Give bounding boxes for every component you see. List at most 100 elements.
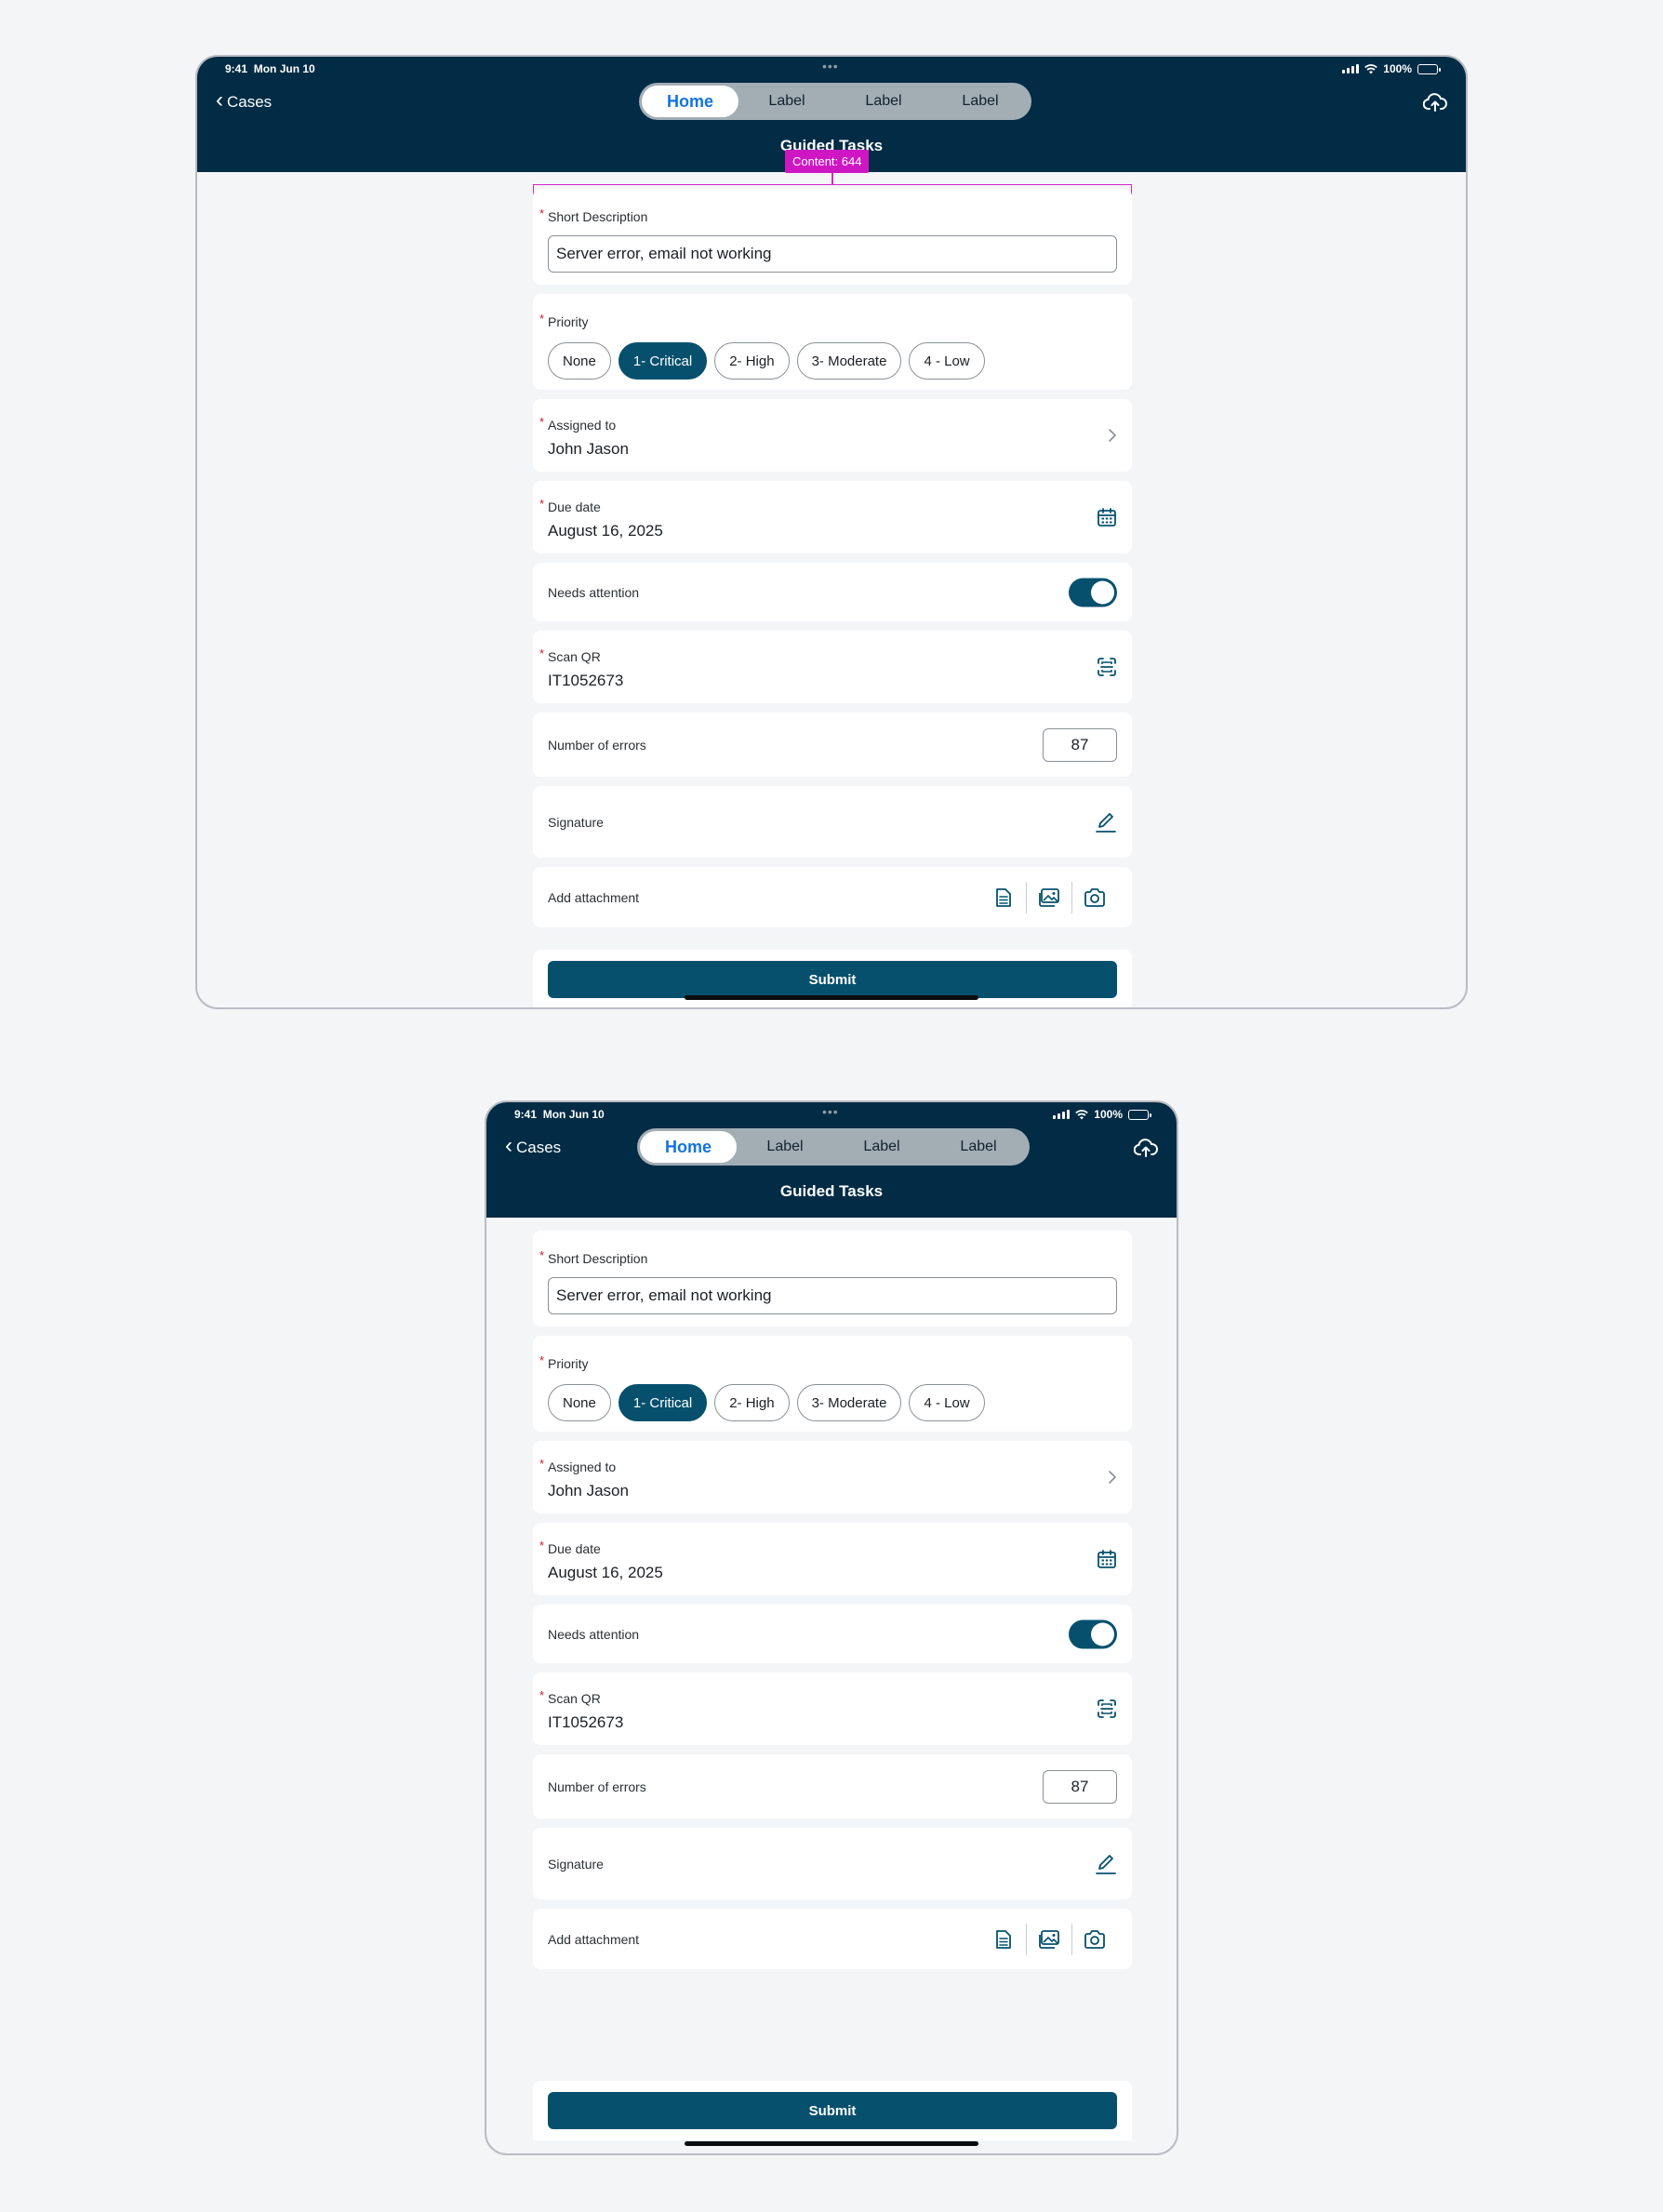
submit-button[interactable]: Submit: [548, 961, 1117, 998]
signature-label: Signature: [548, 814, 604, 830]
short-description-label-wrap: * Short Description: [539, 207, 1117, 224]
add-attachment-label: Add attachment: [548, 889, 640, 905]
wifi-icon: [1075, 1109, 1089, 1119]
required-asterisk: *: [539, 1353, 545, 1367]
back-button[interactable]: ‹ Cases: [505, 1135, 562, 1157]
wifi-icon: [1364, 63, 1378, 73]
status-bar-right: 100%: [1342, 62, 1441, 75]
number-of-errors-input[interactable]: 87: [1043, 1769, 1117, 1804]
number-of-errors-label: Number of errors: [548, 1779, 646, 1794]
calendar-icon[interactable]: [1097, 507, 1117, 527]
home-indicator[interactable]: [685, 995, 978, 1000]
priority-chip-low[interactable]: 4 - Low: [909, 1384, 985, 1421]
qr-scan-icon[interactable]: [1097, 1699, 1117, 1719]
attach-document-button[interactable]: [981, 1929, 1026, 1950]
priority-chip-none[interactable]: None: [548, 1384, 611, 1421]
assigned-to-value: John Jason: [548, 1482, 629, 1499]
calendar-icon[interactable]: [1097, 1549, 1117, 1569]
back-label: Cases: [227, 92, 273, 111]
short-description-input[interactable]: Server error, email not working: [548, 1277, 1117, 1314]
required-asterisk: *: [539, 497, 545, 511]
cloud-upload-icon[interactable]: [1134, 1138, 1158, 1158]
due-date-value: August 16, 2025: [548, 1564, 663, 1581]
back-button[interactable]: ‹ Cases: [216, 89, 273, 112]
priority-chip-moderate[interactable]: 3- Moderate: [796, 1384, 902, 1421]
image-icon: [1039, 887, 1059, 907]
priority-chip-low[interactable]: 4 - Low: [909, 342, 985, 380]
number-of-errors-row: Number of errors 87: [533, 1754, 1132, 1819]
short-description-label-wrap: * Short Description: [539, 1248, 1117, 1266]
tab-home[interactable]: Home: [642, 86, 738, 117]
status-bar-time: 9:41 Mon Jun 10: [225, 62, 315, 75]
cellular-signal-icon: [1342, 64, 1360, 73]
attach-image-button[interactable]: [1027, 887, 1071, 908]
image-icon: [1039, 1929, 1059, 1949]
cloud-upload-icon[interactable]: [1423, 92, 1447, 113]
due-date-row[interactable]: * Due date August 16, 2025: [533, 481, 1132, 553]
due-date-label-wrap: * Due date: [539, 497, 1117, 514]
tab-home[interactable]: Home: [640, 1131, 737, 1163]
priority-chip-high[interactable]: 2- High: [714, 342, 790, 380]
pencil-icon[interactable]: [1095, 1853, 1117, 1875]
priority-chip-critical[interactable]: 1- Critical: [618, 1384, 708, 1421]
toggle-knob: [1091, 580, 1114, 604]
pencil-icon[interactable]: [1095, 811, 1117, 833]
priority-card: * Priority None 1- Critical 2- High 3- Mo…: [533, 294, 1132, 390]
submit-bar: Submit: [533, 950, 1132, 1007]
status-bar-time: 9:41 Mon Jun 10: [514, 1108, 605, 1121]
toggle-knob: [1091, 1622, 1114, 1646]
scan-qr-row[interactable]: * Scan QR IT1052673: [533, 1672, 1132, 1745]
tab-label-3[interactable]: Label: [932, 86, 1029, 117]
needs-attention-toggle[interactable]: [1069, 578, 1117, 606]
submit-button[interactable]: Submit: [548, 2092, 1117, 2129]
priority-chip-none[interactable]: None: [548, 342, 611, 380]
required-asterisk: *: [539, 207, 545, 220]
signature-row[interactable]: Signature: [533, 786, 1132, 858]
tab-label-2[interactable]: Label: [833, 1131, 930, 1163]
qr-scan-icon[interactable]: [1097, 657, 1117, 677]
assigned-to-label-wrap: * Assigned to: [539, 415, 1117, 433]
form-content: * Short Description Server error, email n…: [533, 1231, 1132, 2140]
attach-image-button[interactable]: [1027, 1929, 1071, 1950]
tab-label-1[interactable]: Label: [738, 86, 835, 117]
battery-percent: 100%: [1094, 1108, 1123, 1121]
tab-label-3[interactable]: Label: [930, 1131, 1027, 1163]
short-description-input[interactable]: Server error, email not working: [548, 235, 1117, 273]
assigned-to-value: John Jason: [548, 440, 629, 458]
attach-camera-button[interactable]: [1072, 1929, 1117, 1949]
tab-label-1[interactable]: Label: [737, 1131, 833, 1163]
priority-chip-high[interactable]: 2- High: [714, 1384, 790, 1421]
due-date-row[interactable]: * Due date August 16, 2025: [533, 1523, 1132, 1595]
segmented-control: Home Label Label Label: [637, 1128, 1030, 1166]
priority-chips: None 1- Critical 2- High 3- Moderate 4 -…: [548, 342, 1117, 380]
number-of-errors-row: Number of errors 87: [533, 713, 1132, 777]
nav-header: 9:41 Mon Jun 10 ••• 100% ‹ Cases Home La…: [486, 1102, 1177, 1218]
tab-label-2[interactable]: Label: [835, 86, 932, 117]
needs-attention-toggle[interactable]: [1069, 1619, 1117, 1648]
required-asterisk: *: [539, 312, 545, 326]
needs-attention-row: Needs attention: [533, 563, 1132, 621]
scan-qr-row[interactable]: * Scan QR IT1052673: [533, 631, 1132, 703]
document-icon: [996, 887, 1011, 907]
back-label: Cases: [516, 1138, 562, 1156]
priority-chip-critical[interactable]: 1- Critical: [618, 342, 708, 380]
attach-camera-button[interactable]: [1072, 887, 1117, 907]
multitasking-dots[interactable]: •••: [822, 1104, 839, 1119]
assigned-to-row[interactable]: * Assigned to John Jason: [533, 399, 1132, 472]
assigned-to-row[interactable]: * Assigned to John Jason: [533, 1441, 1132, 1513]
scan-qr-value: IT1052673: [548, 1713, 624, 1731]
needs-attention-label: Needs attention: [548, 1626, 640, 1642]
attach-document-button[interactable]: [981, 887, 1026, 908]
priority-chip-moderate[interactable]: 3- Moderate: [796, 342, 902, 380]
due-date-label: Due date: [548, 500, 601, 514]
multitasking-dots[interactable]: •••: [822, 59, 839, 73]
page-title: Guided Tasks: [779, 1182, 884, 1200]
home-indicator[interactable]: [685, 2141, 978, 2146]
cellular-signal-icon: [1053, 1110, 1071, 1119]
required-asterisk: *: [539, 415, 545, 429]
number-of-errors-input[interactable]: 87: [1043, 727, 1117, 762]
signature-row[interactable]: Signature: [533, 1828, 1132, 1899]
priority-label: Priority: [548, 314, 589, 329]
content-width-stem: [832, 172, 833, 185]
submit-bar: Submit: [533, 2081, 1132, 2140]
